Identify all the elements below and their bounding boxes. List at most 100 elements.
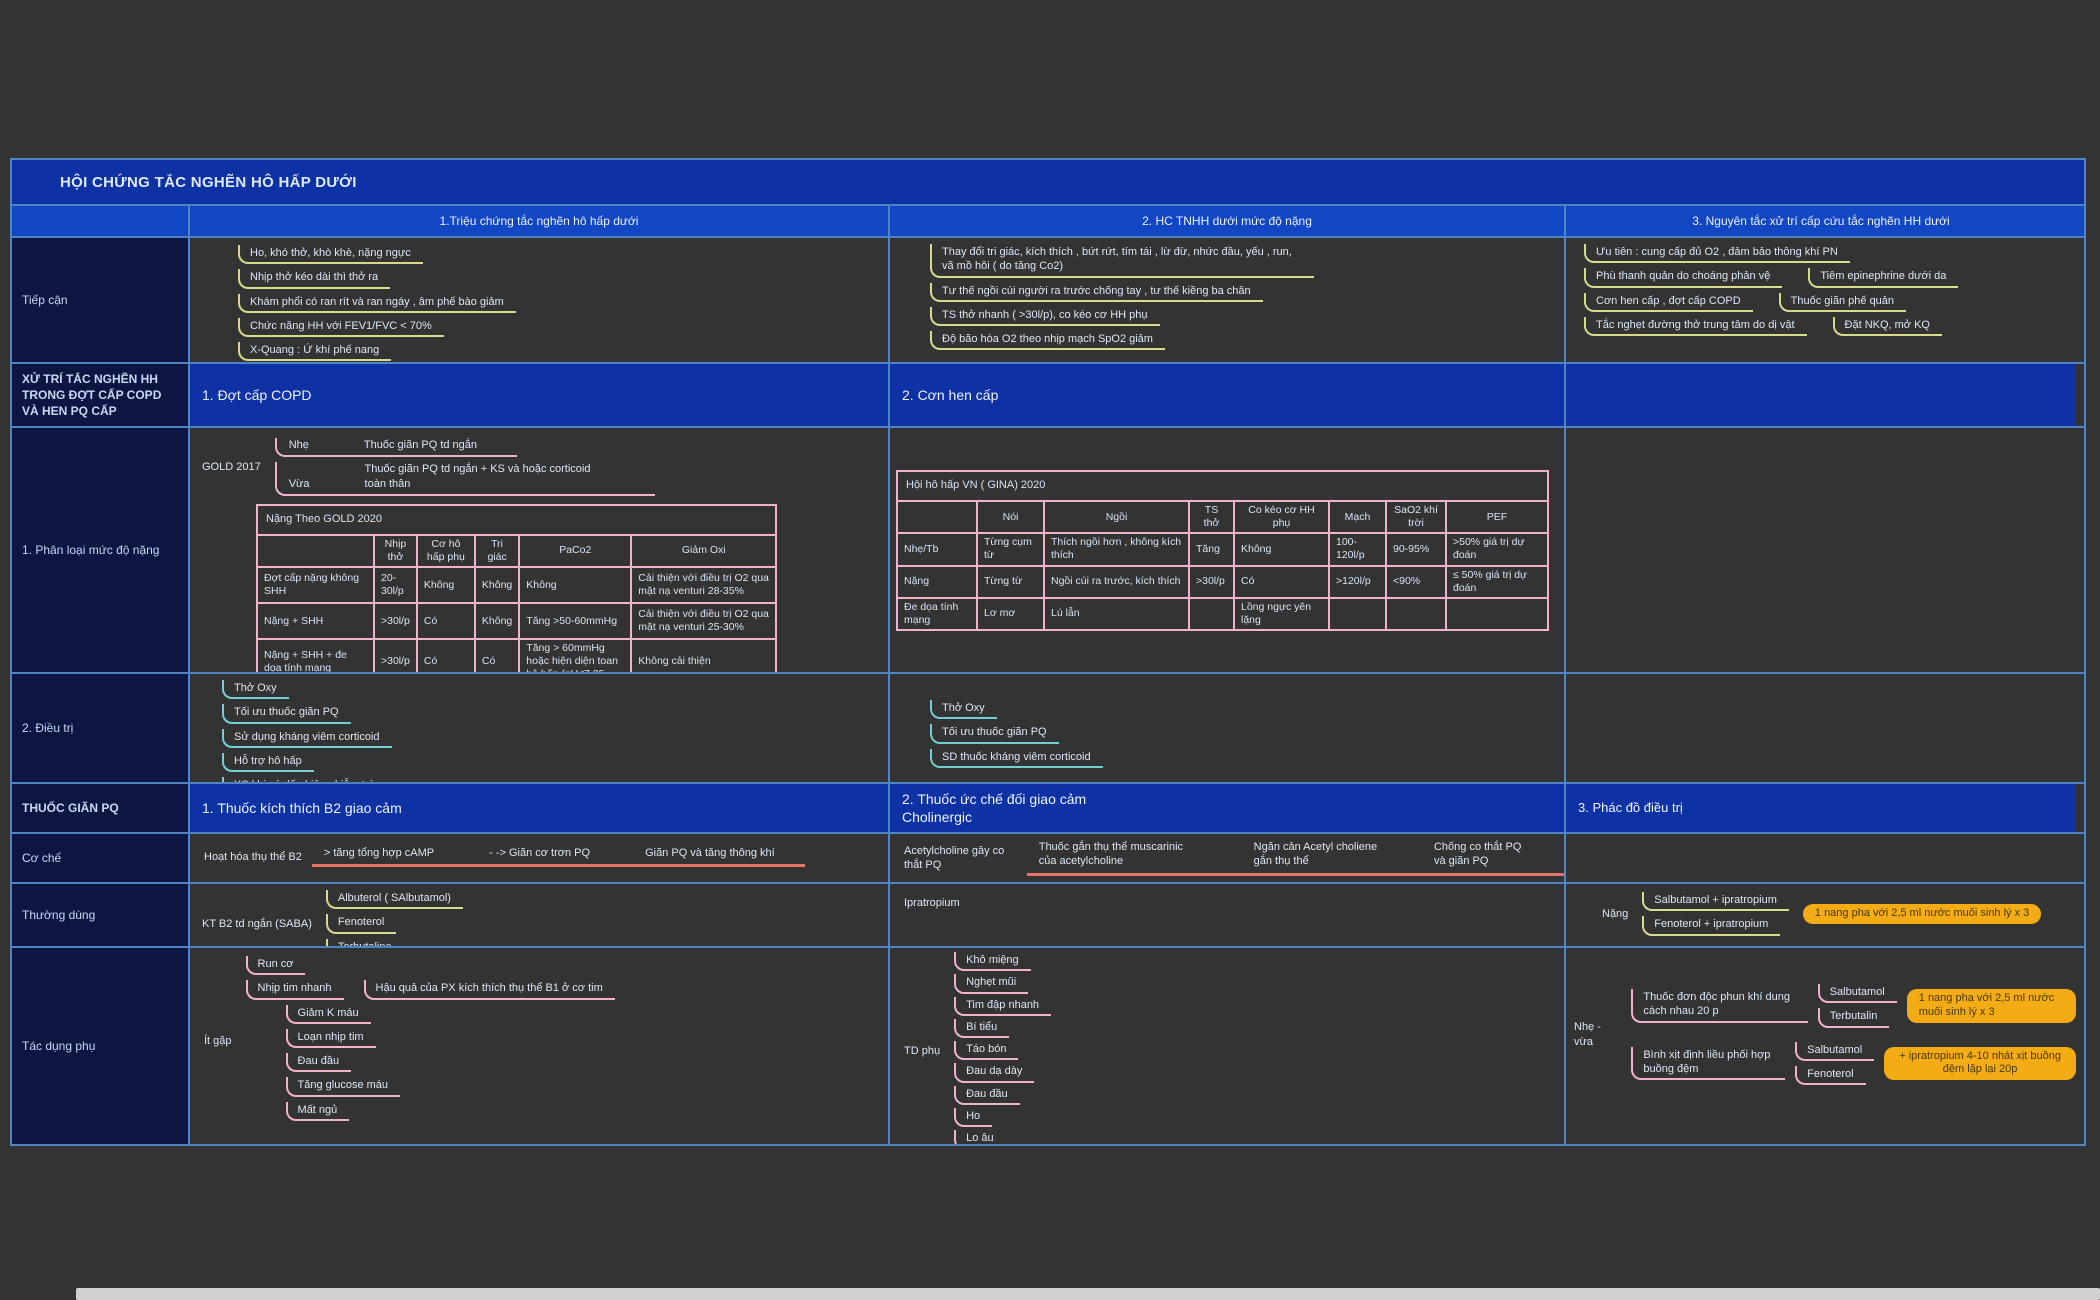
co-che-empty — [1564, 834, 2076, 882]
row-label-thuong-dung: Thường dùng — [12, 884, 188, 946]
mindmap-node: Độ bão hòa O2 theo nhịp mạch SpO2 giảm — [930, 331, 1165, 350]
column-header-row: 1.Triệu chứng tắc nghẽn hô hấp dưới 2. H… — [12, 204, 2084, 236]
mindmap-node: Run cơ — [246, 956, 306, 975]
mindmap-node: Nghẹt mũi — [954, 974, 1028, 993]
mindmap-node: Loạn nhịp tim — [286, 1029, 376, 1048]
mindmap-node: Đau đầu — [954, 1086, 1020, 1105]
row-label-dieu-tri: 2. Điều trị — [12, 674, 188, 782]
co-che-b2: Hoạt hóa thụ thể B2 > tăng tổng hợp cAMP… — [188, 834, 888, 882]
dieu-tri-hen: Thở Oxy Tối ưu thuốc giãn PQ SD thuốc kh… — [888, 674, 1564, 782]
header-col1: 1.Triệu chứng tắc nghẽn hô hấp dưới — [188, 206, 888, 236]
section-header-phac-do: 3. Phác đồ điều trị — [1564, 784, 2076, 832]
mindmap-node: Hỗ trợ hô hấp — [222, 753, 314, 772]
section-header-b2-text: 1. Thuốc kích thích B2 giao cảm — [202, 799, 888, 817]
tree-root: Nặng — [1602, 907, 1628, 921]
thuong-dung-phac-do: Nặng Salbutamol + ipratropium Fenoterol … — [1564, 884, 2076, 946]
tree-root: Nhẹ - vừa — [1574, 1020, 1617, 1049]
co-che-cholinergic: Acetylcholine gây co thắt PQ Thuốc gắn t… — [888, 834, 1564, 882]
row-xu-tri-header: XỬ TRÍ TẮC NGHẼN HH TRONG ĐỢT CẤP COPD V… — [12, 362, 2084, 426]
mindmap-node: Hậu quả của PX kích thích thụ thể B1 ở c… — [364, 980, 615, 999]
mindmap-node: Thuốc giãn phế quản — [1779, 293, 1906, 312]
tac-dung-phu-cholinergic: TD phụ Khô miệng Nghẹt mũi Tim đập nhanh… — [888, 948, 1564, 1144]
row-co-che: Cơ chế Hoạt hóa thụ thể B2 > tăng tổng h… — [12, 832, 2084, 882]
row-thuoc-gian-pq-header: THUỐC GIÃN PQ 1. Thuốc kích thích B2 gia… — [12, 782, 2084, 832]
chain-root: Hoạt hóa thụ thể B2 — [204, 850, 302, 864]
mindmap-node: Ho, khó thở, khò khè, nặng ngực — [238, 245, 423, 264]
row-thuong-dung: Thường dùng KT B2 td ngắn (SABA) Albuter… — [12, 882, 2084, 946]
table-header-row: Nhịp thở Cơ hô hấp phụ Tri giác PaCo2 Gi… — [257, 535, 776, 567]
horizontal-scrollbar[interactable] — [76, 1288, 2100, 1300]
table-row: Đợt cấp nặng không SHH20-30l/pKhôngKhông… — [257, 567, 776, 603]
thuong-dung-cholinergic: Ipratropium — [888, 884, 1564, 946]
mindmap-node: Sử dụng kháng viêm corticoid — [222, 729, 392, 748]
mindmap-node: Tiêm epinephrine dưới da — [1808, 268, 1958, 287]
section-header-empty — [1564, 364, 2076, 426]
section-header-cholinergic: 2. Thuốc ức chế đối giao cảm Cholinergic — [888, 784, 1564, 832]
col-header: Ngồi — [1044, 501, 1189, 533]
mindmap-node: Cơn hen cấp , đợt cấp COPD — [1584, 293, 1753, 312]
mindmap-node: Tối ưu thuốc giãn PQ — [222, 704, 351, 723]
mindmap-node: Tắc nghẹt đường thở trung tâm do dị vật — [1584, 317, 1807, 336]
tac-dung-phu-b2: Ít gặp Run cơ Nhịp tim nhanh Hậu quả của… — [188, 948, 888, 1144]
tac-dung-phu-phac-do: Nhẹ - vừa Thuốc đơn độc phun khí dung cá… — [1564, 948, 2076, 1144]
row-label-tiep-can: Tiếp cận — [12, 238, 188, 362]
table-row: Nặng + SHH>30l/pCóKhôngTăng >50-60mmHgCả… — [257, 603, 776, 639]
gold2017-root: GOLD 2017 — [202, 460, 261, 474]
mindmap-node: Salbutamol + ipratropium — [1642, 892, 1789, 911]
mindmap-node: Thuốc giãn PQ td ngắn + KS và hoặc corti… — [365, 462, 615, 491]
mindmap-node: Phù thanh quản do choáng phản vệ — [1584, 268, 1782, 287]
mindmap-node: Nhịp tim nhanh — [246, 980, 344, 999]
mindmap-node: Lo âu — [954, 1130, 1006, 1144]
section-header-cholinergic-line1: 2. Thuốc ức chế đối giao cảm — [902, 790, 1564, 808]
col-header: Co kéo cơ HH phụ — [1234, 501, 1329, 533]
dose-note-badge: 1 nang pha với 2,5 ml nước muối sinh lý … — [1803, 904, 2041, 924]
phan-loai-empty — [1564, 428, 2076, 672]
col-header: TS thở — [1189, 501, 1234, 533]
dose-note-badge: + ipratropium 4-10 nhát xịt buồng đệm lặ… — [1884, 1047, 2076, 1081]
table-row: Nhẹ/TbTừng cụm từThích ngồi hơn , không … — [897, 533, 1548, 565]
mindmap-node: Salbutamol — [1795, 1042, 1874, 1061]
col-header: Mạch — [1329, 501, 1386, 533]
mindmap-node: Đau đầu — [286, 1053, 352, 1072]
mindmap-node: Thuốc đơn độc phun khí dung cách nhau 20… — [1631, 989, 1807, 1023]
mindmap-node: Terbutaline — [326, 939, 404, 946]
mindmap-node: Tối ưu thuốc giãn PQ — [930, 724, 1059, 743]
chain-root: Acetylcholine gây co thắt PQ — [904, 844, 1017, 873]
mindmap-node: Đặt NKQ, mở KQ — [1833, 317, 1942, 336]
table-row: Nặng + SHH + đe dọa tính mạng>30l/pCóCóT… — [257, 639, 776, 672]
table-header-row: Nói Ngồi TS thở Co kéo cơ HH phụ Mạch Sa… — [897, 501, 1548, 533]
header-empty — [12, 206, 188, 236]
tree-root: KT B2 td ngắn (SABA) — [202, 917, 312, 931]
mindmap-node: Fenoterol — [1795, 1066, 1865, 1085]
mindmap-node: Vừa — [289, 477, 310, 491]
section-header-cholinergic-line2: Cholinergic — [902, 808, 1564, 826]
gina-table-caption: Hội hô hấp VN ( GINA) 2020 — [897, 471, 1548, 501]
mindmap-node: Nhẹ — [289, 438, 309, 452]
obstruction-syndrome-diagram: HỘI CHỨNG TẮC NGHẼN HÔ HẤP DƯỚI 1.Triệu … — [10, 158, 2086, 1146]
mindmap-node: Ưu tiên : cung cấp đủ O2 , đảm bảo thông… — [1584, 244, 1850, 263]
mindmap-node: Táo bón — [954, 1041, 1018, 1060]
mindmap-node: KS khi có dấu hiệu nhiễm trùng — [222, 777, 399, 782]
col-header: PEF — [1446, 501, 1548, 533]
mindmap-node: Thở Oxy — [930, 700, 997, 719]
tiep-can-col2: Thay đổi tri giác, kích thích , bứt rứt,… — [888, 238, 1564, 362]
col-header — [257, 535, 374, 567]
section-header-phac-do-text: 3. Phác đồ điều trị — [1578, 800, 2076, 817]
phan-loai-copd: GOLD 2017 Nhẹ Thuốc giãn PQ td ngắn Vừa … — [188, 428, 888, 672]
mindmap-node: X-Quang : Ứ khí phế nang — [238, 342, 391, 361]
mindmap-node: Tim đập nhanh — [954, 997, 1051, 1016]
table-row: Đe dọa tính mạngLơ mơLú lẫnLồng ngực yên… — [897, 598, 1548, 630]
tree-root: Ít gặp — [204, 1034, 232, 1048]
mindmap-node: Albuterol ( SAlbutamol) — [326, 890, 463, 909]
gold-2020-table: Nặng Theo GOLD 2020 Nhịp thở Cơ hô hấp p… — [256, 504, 777, 672]
mindmap-node: Tăng glucose máu — [286, 1077, 401, 1096]
mindmap-node: Salbutamol — [1818, 984, 1897, 1003]
mindmap-node: Tư thế ngồi cúi người ra trước chống tay… — [930, 283, 1263, 302]
tiep-can-col1: Ho, khó thở, khò khè, nặng ngực Nhịp thở… — [188, 238, 888, 362]
col-header: Tri giác — [475, 535, 519, 567]
mindmap-node: Thở Oxy — [222, 680, 289, 699]
section-header-copd: 1. Đợt cấp COPD — [188, 364, 888, 426]
col-header — [897, 501, 977, 533]
mindmap-node: Bí tiểu — [954, 1019, 1009, 1038]
mindmap-node: Nhịp thở kéo dài thì thở ra — [238, 269, 390, 288]
